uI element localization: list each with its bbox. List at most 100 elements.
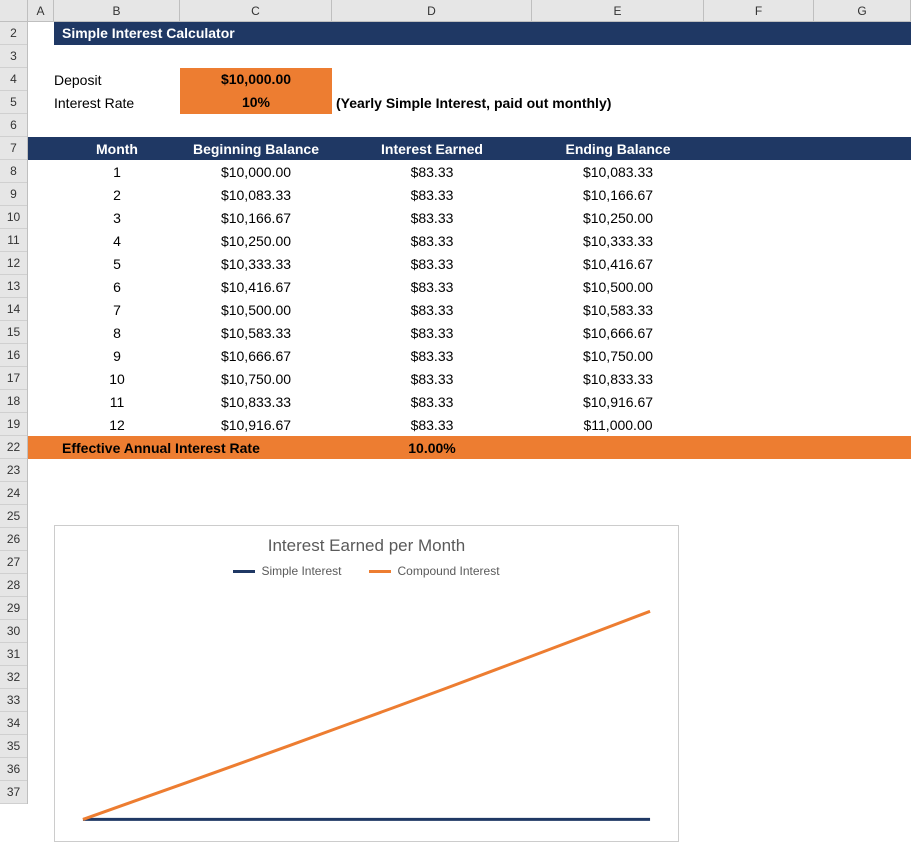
col-header-A[interactable]: A (28, 0, 54, 21)
row-header-5[interactable]: 5 (0, 91, 27, 114)
row-header-4[interactable]: 4 (0, 68, 27, 91)
cell-month[interactable]: 5 (54, 256, 180, 272)
row-header-8[interactable]: 8 (0, 160, 27, 183)
row-header-23[interactable]: 23 (0, 459, 27, 482)
col-header-E[interactable]: E (532, 0, 704, 21)
cell-interest[interactable]: $83.33 (332, 302, 532, 318)
cell-interest[interactable]: $83.33 (332, 210, 532, 226)
row-header-24[interactable]: 24 (0, 482, 27, 505)
row-header-19[interactable]: 19 (0, 413, 27, 436)
row-header-33[interactable]: 33 (0, 689, 27, 712)
cell-end[interactable]: $10,833.33 (532, 371, 704, 387)
cell-end[interactable]: $10,166.67 (532, 187, 704, 203)
cell-interest[interactable]: $83.33 (332, 325, 532, 341)
row-header-36[interactable]: 36 (0, 758, 27, 781)
row-header-27[interactable]: 27 (0, 551, 27, 574)
cell-month[interactable]: 7 (54, 302, 180, 318)
cell-interest[interactable]: $83.33 (332, 371, 532, 387)
row-header-11[interactable]: 11 (0, 229, 27, 252)
cell-begin[interactable]: $10,000.00 (180, 164, 332, 180)
row-header-29[interactable]: 29 (0, 597, 27, 620)
cell-begin[interactable]: $10,583.33 (180, 325, 332, 341)
cell-end[interactable]: $11,000.00 (532, 417, 704, 433)
cell-begin[interactable]: $10,916.67 (180, 417, 332, 433)
table-row: 9$10,666.67$83.33$10,750.00 (28, 344, 911, 367)
cell-month[interactable]: 8 (54, 325, 180, 341)
cell-month[interactable]: 3 (54, 210, 180, 226)
cell-interest[interactable]: $83.33 (332, 417, 532, 433)
cell-end[interactable]: $10,416.67 (532, 256, 704, 272)
cell-begin[interactable]: $10,333.33 (180, 256, 332, 272)
select-all-corner[interactable] (0, 0, 28, 21)
col-header-G[interactable]: G (814, 0, 911, 21)
row-header-6[interactable]: 6 (0, 114, 27, 137)
cell-interest[interactable]: $83.33 (332, 394, 532, 410)
cell-month[interactable]: 9 (54, 348, 180, 364)
row-header-12[interactable]: 12 (0, 252, 27, 275)
cell-month[interactable]: 2 (54, 187, 180, 203)
row-header-37[interactable]: 37 (0, 781, 27, 804)
cell-begin[interactable]: $10,250.00 (180, 233, 332, 249)
cell-end[interactable]: $10,083.33 (532, 164, 704, 180)
cell-end[interactable]: $10,333.33 (532, 233, 704, 249)
cell-begin[interactable]: $10,166.67 (180, 210, 332, 226)
row-header-32[interactable]: 32 (0, 666, 27, 689)
row-header-34[interactable]: 34 (0, 712, 27, 735)
cell-month[interactable]: 11 (54, 394, 180, 410)
row-header-22[interactable]: 22 (0, 436, 27, 459)
deposit-label: Deposit (54, 72, 180, 88)
row-header-18[interactable]: 18 (0, 390, 27, 413)
col-header-C[interactable]: C (180, 0, 332, 21)
cells-area[interactable]: Simple Interest Calculator Deposit $10,0… (28, 22, 911, 842)
chart-plot (73, 588, 660, 833)
cell-interest[interactable]: $83.33 (332, 279, 532, 295)
cell-interest[interactable]: $83.33 (332, 256, 532, 272)
cell-begin[interactable]: $10,500.00 (180, 302, 332, 318)
rate-input[interactable]: 10% (180, 91, 332, 114)
table-row: 2$10,083.33$83.33$10,166.67 (28, 183, 911, 206)
cell-month[interactable]: 6 (54, 279, 180, 295)
cell-month[interactable]: 4 (54, 233, 180, 249)
col-header-B[interactable]: B (54, 0, 180, 21)
cell-begin[interactable]: $10,666.67 (180, 348, 332, 364)
row-header-2[interactable]: 2 (0, 22, 27, 45)
th-interest: Interest Earned (332, 141, 532, 157)
cell-month[interactable]: 1 (54, 164, 180, 180)
cell-interest[interactable]: $83.33 (332, 348, 532, 364)
cell-begin[interactable]: $10,083.33 (180, 187, 332, 203)
row-header-31[interactable]: 31 (0, 643, 27, 666)
row-header-10[interactable]: 10 (0, 206, 27, 229)
cell-begin[interactable]: $10,750.00 (180, 371, 332, 387)
row-header-9[interactable]: 9 (0, 183, 27, 206)
cell-begin[interactable]: $10,833.33 (180, 394, 332, 410)
cell-end[interactable]: $10,666.67 (532, 325, 704, 341)
row-header-30[interactable]: 30 (0, 620, 27, 643)
cell-interest[interactable]: $83.33 (332, 164, 532, 180)
cell-end[interactable]: $10,750.00 (532, 348, 704, 364)
cell-end[interactable]: $10,583.33 (532, 302, 704, 318)
row-header-25[interactable]: 25 (0, 505, 27, 528)
cell-month[interactable]: 10 (54, 371, 180, 387)
row-header-14[interactable]: 14 (0, 298, 27, 321)
row-header-7[interactable]: 7 (0, 137, 27, 160)
deposit-input[interactable]: $10,000.00 (180, 68, 332, 91)
row-header-15[interactable]: 15 (0, 321, 27, 344)
row-header-17[interactable]: 17 (0, 367, 27, 390)
cell-end[interactable]: $10,916.67 (532, 394, 704, 410)
cell-end[interactable]: $10,250.00 (532, 210, 704, 226)
cell-end[interactable]: $10,500.00 (532, 279, 704, 295)
cell-interest[interactable]: $83.33 (332, 233, 532, 249)
col-header-D[interactable]: D (332, 0, 532, 21)
row-header-35[interactable]: 35 (0, 735, 27, 758)
cell-interest[interactable]: $83.33 (332, 187, 532, 203)
row-header-3[interactable]: 3 (0, 45, 27, 68)
series-compound interest (83, 611, 650, 819)
row-header-column: 2345678910111213141516171819222324252627… (0, 22, 28, 804)
row-header-13[interactable]: 13 (0, 275, 27, 298)
col-header-F[interactable]: F (704, 0, 814, 21)
row-header-16[interactable]: 16 (0, 344, 27, 367)
cell-month[interactable]: 12 (54, 417, 180, 433)
cell-begin[interactable]: $10,416.67 (180, 279, 332, 295)
row-header-28[interactable]: 28 (0, 574, 27, 597)
row-header-26[interactable]: 26 (0, 528, 27, 551)
